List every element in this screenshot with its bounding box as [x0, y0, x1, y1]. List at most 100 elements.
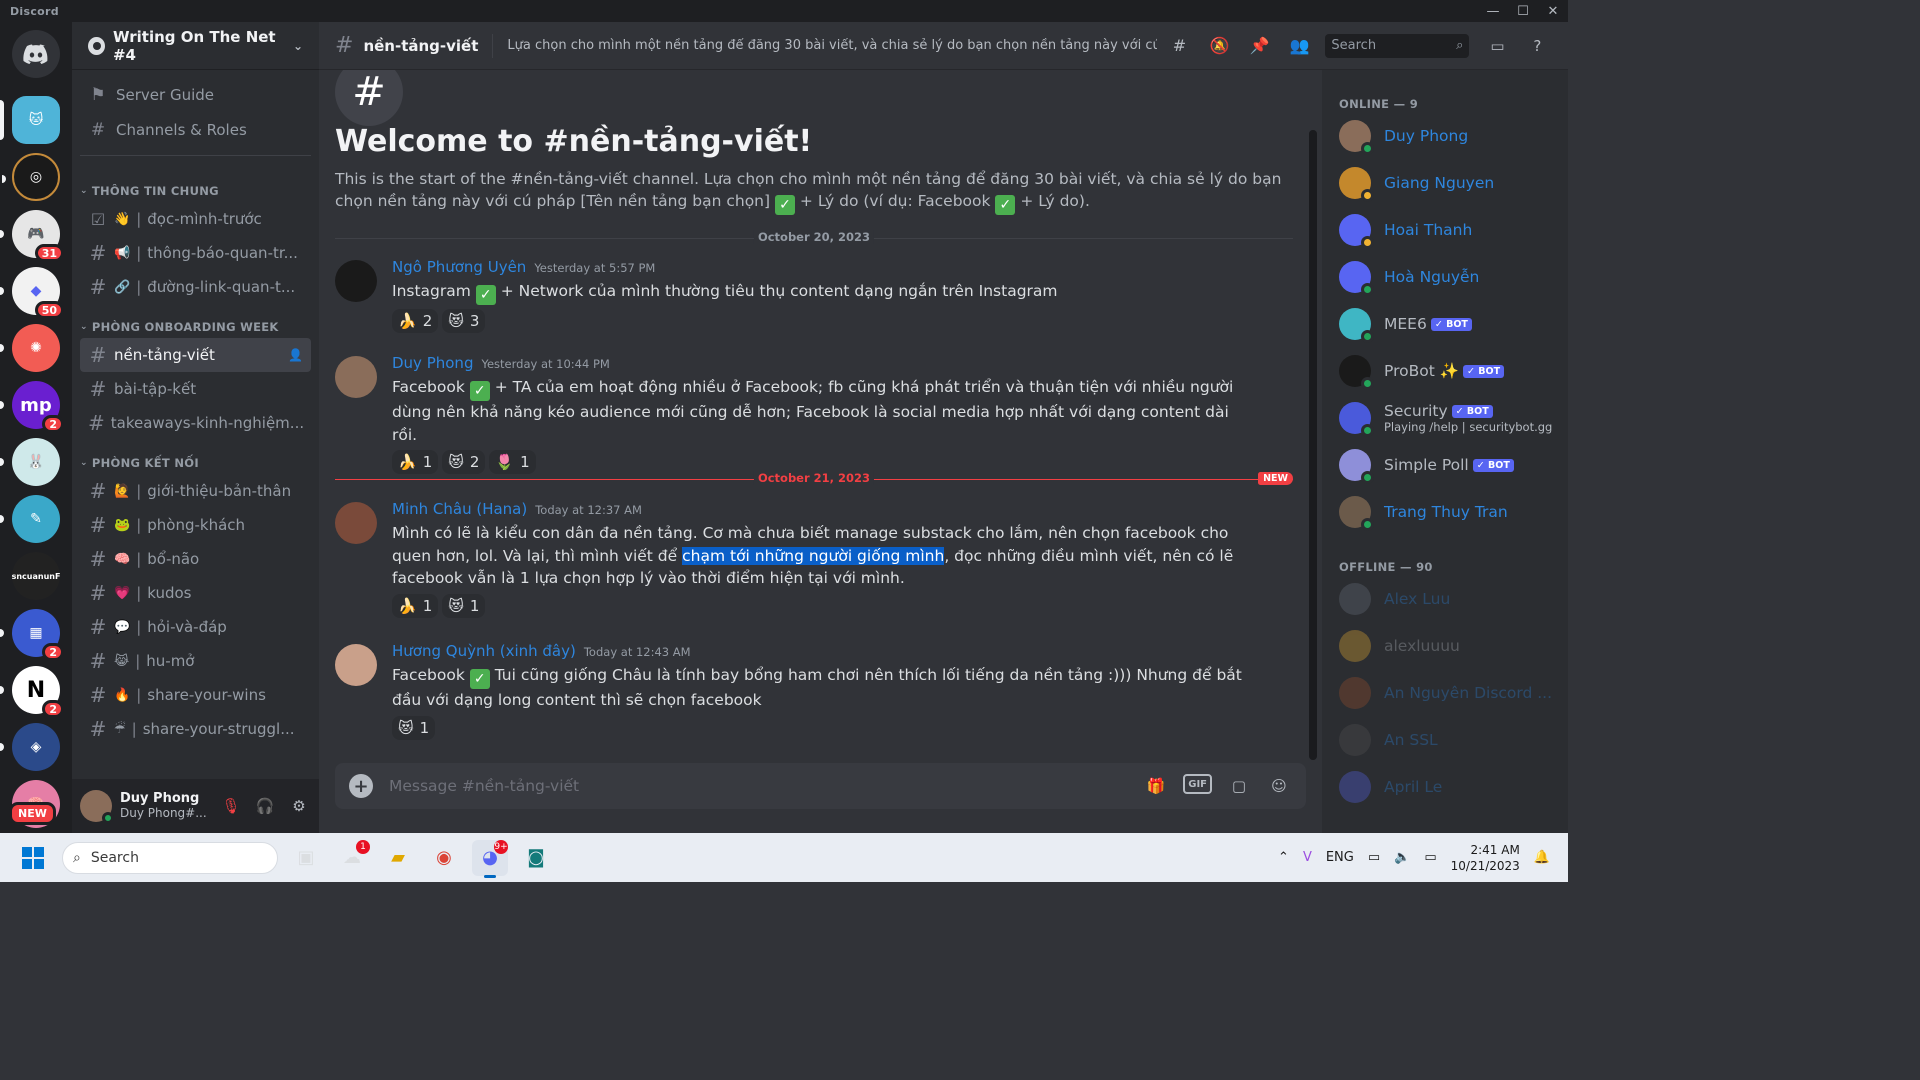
- member-item[interactable]: Duy Phong: [1339, 115, 1559, 157]
- message[interactable]: Duy Phong Yesterday at 10:44 PM Facebook ✓…: [335, 354, 1295, 474]
- reaction[interactable]: 🍌 2: [392, 309, 439, 333]
- notifications-bell-icon[interactable]: 🔔: [1534, 850, 1550, 865]
- avatar[interactable]: [335, 644, 377, 686]
- headphones-icon[interactable]: 🎧: [253, 794, 277, 818]
- server-icon-6[interactable]: 🐰: [0, 438, 60, 486]
- category-header[interactable]: ⌄ PHÒNG ONBOARDING WEEK: [80, 304, 311, 338]
- channel-item[interactable]: # 🔗 | đường-link-quan-t...: [80, 270, 311, 304]
- message[interactable]: Minh Châu (Hana) Today at 12:37 AM Mình có…: [335, 500, 1295, 618]
- attach-plus-icon[interactable]: +: [349, 774, 373, 798]
- channel-topic[interactable]: Lựa chọn cho mình một nền tảng để đăng 3…: [507, 38, 1157, 53]
- message-input[interactable]: Message #nền-tảng-viết: [389, 777, 579, 795]
- member-item[interactable]: alexluuuu: [1339, 625, 1559, 667]
- server-icon-9[interactable]: ▦ 2: [0, 609, 64, 661]
- reaction[interactable]: 😻 3: [442, 309, 486, 333]
- category-header[interactable]: ⌄ THÔNG TIN CHUNG: [80, 168, 311, 202]
- channel-item[interactable]: # takeaways-kinh-nghiệm...: [80, 406, 311, 440]
- chevron-up-icon[interactable]: ⌃: [1278, 850, 1289, 865]
- message-author[interactable]: Minh Châu (Hana): [392, 500, 527, 518]
- member-item[interactable]: ProBot ✨ ✓ BOT: [1339, 350, 1559, 392]
- member-item[interactable]: Alex Luu: [1339, 578, 1559, 620]
- member-item[interactable]: Trang Thuy Tran: [1339, 491, 1559, 533]
- server-icon-chatgpt[interactable]: ✺: [0, 324, 60, 372]
- member-item[interactable]: An SSL: [1339, 719, 1559, 761]
- chrome-icon[interactable]: ◉: [426, 840, 462, 876]
- message-composer[interactable]: + Message #nền-tảng-viết 🎁 GIF ▢ ☺: [335, 763, 1306, 809]
- channel-item[interactable]: # nền-tảng-viết 👤: [80, 338, 311, 372]
- server-icon-notion[interactable]: N2: [0, 666, 64, 718]
- channels-roles-link[interactable]: # Channels & Roles: [80, 113, 311, 147]
- channel-item[interactable]: # 📢 | thông-báo-quan-tr...: [80, 236, 311, 270]
- message[interactable]: Hương Quỳnh (xinh đây) Today at 12:43 AM F…: [335, 642, 1295, 740]
- windows-start-icon[interactable]: [22, 846, 44, 869]
- server-icon-writing-on-the-net[interactable]: 🐱: [0, 96, 60, 144]
- channel-item[interactable]: # 🧠 | bổ-não: [80, 542, 311, 576]
- server-icon-mp[interactable]: mp 2: [0, 381, 64, 433]
- avatar[interactable]: [80, 790, 114, 824]
- server-icon-2[interactable]: ◎: [2, 153, 60, 201]
- member-item[interactable]: An Nguyên Discord ...: [1339, 672, 1559, 714]
- server-icon-8[interactable]: sncuanunF: [12, 552, 60, 600]
- channel-item[interactable]: # 🙋 | giới-thiệu-bản-thân: [80, 474, 311, 508]
- battery-icon[interactable]: ▭: [1424, 850, 1436, 865]
- language-indicator[interactable]: ENG: [1326, 850, 1354, 865]
- app-taskbar-icon[interactable]: ◙: [518, 840, 554, 876]
- message-author[interactable]: Ngô Phương Uyên: [392, 258, 526, 276]
- channel-item[interactable]: # 🐸 | phòng-khách: [80, 508, 311, 542]
- message[interactable]: Ngô Phương Uyên Yesterday at 5:57 PM Insta…: [335, 258, 1295, 333]
- mute-mic-icon[interactable]: 🎙: [219, 794, 243, 818]
- discord-taskbar-icon[interactable]: ◕ 9+: [472, 839, 508, 878]
- channel-item[interactable]: # bài-tập-kết: [80, 372, 311, 406]
- emoji-icon[interactable]: ☺: [1266, 774, 1292, 798]
- member-list-icon[interactable]: 👥: [1287, 34, 1311, 58]
- server-icon-4[interactable]: ◆ 50: [0, 267, 64, 319]
- home-discord-icon[interactable]: [12, 30, 60, 78]
- server-icon-7[interactable]: ✎: [0, 495, 60, 543]
- chevron-down-icon[interactable]: ⌄: [293, 39, 303, 53]
- server-guide-link[interactable]: ⚑ Server Guide: [80, 78, 311, 112]
- minimize-icon[interactable]: —: [1478, 0, 1508, 22]
- member-item[interactable]: April Le: [1339, 766, 1559, 808]
- reaction[interactable]: 🍌 1: [392, 593, 439, 618]
- scrollbar[interactable]: [1309, 130, 1317, 760]
- reaction[interactable]: 😻 1: [442, 593, 486, 618]
- message-author[interactable]: Duy Phong: [392, 354, 473, 372]
- reaction[interactable]: 😻 2: [442, 450, 486, 474]
- channel-item[interactable]: # 🔥 | share-your-wins: [80, 678, 311, 712]
- taskbar-search[interactable]: ⌕ Search: [62, 841, 278, 874]
- volume-icon[interactable]: 🔈: [1394, 850, 1410, 865]
- notifications-muted-icon[interactable]: 🔕: [1207, 34, 1231, 58]
- avatar[interactable]: [335, 356, 377, 398]
- threads-icon[interactable]: #: [1167, 34, 1191, 58]
- channel-item[interactable]: ☑ 👋 | đọc-mình-trước: [80, 202, 311, 236]
- channel-item[interactable]: # ☔ | share-your-struggl...: [80, 712, 311, 746]
- member-item[interactable]: Hoai Thanh: [1339, 209, 1559, 251]
- channel-item[interactable]: # 😹 | hu-mở: [80, 644, 311, 678]
- reaction[interactable]: 🍌 1: [392, 450, 439, 474]
- reaction[interactable]: 🌷 1: [489, 450, 536, 474]
- server-header[interactable]: Writing On The Net #4 ⌄: [72, 22, 319, 70]
- file-explorer-icon[interactable]: ▰: [380, 840, 416, 876]
- app-tray-icon[interactable]: V: [1303, 850, 1312, 865]
- channel-item[interactable]: # 💗 | kudos: [80, 576, 311, 610]
- member-item[interactable]: Simple Poll ✓ BOT: [1339, 444, 1559, 486]
- clock[interactable]: 2:41 AM 10/21/2023: [1451, 842, 1520, 874]
- close-icon[interactable]: ✕: [1538, 0, 1568, 22]
- help-icon[interactable]: ?: [1525, 34, 1549, 58]
- category-header[interactable]: ⌄ PHÒNG KẾT NỐI: [80, 440, 311, 474]
- inbox-icon[interactable]: ▭: [1485, 34, 1509, 58]
- avatar[interactable]: [335, 502, 377, 544]
- server-icon-3[interactable]: 🎮 31: [0, 210, 64, 262]
- invite-user-icon[interactable]: 👤: [288, 348, 303, 362]
- member-item[interactable]: MEE6 ✓ BOT: [1339, 303, 1559, 345]
- maximize-icon[interactable]: ☐: [1508, 0, 1538, 22]
- reaction[interactable]: 😻 1: [392, 715, 436, 740]
- sticker-icon[interactable]: ▢: [1226, 774, 1252, 798]
- member-item[interactable]: Giang Nguyen: [1339, 162, 1559, 204]
- weather-app-icon[interactable]: ☁ 1: [334, 839, 370, 876]
- network-icon[interactable]: ▭: [1368, 850, 1380, 865]
- task-view-icon[interactable]: ▣: [288, 840, 324, 876]
- server-icon-11[interactable]: ◈: [0, 723, 60, 771]
- message-author[interactable]: Hương Quỳnh (xinh đây): [392, 642, 576, 660]
- settings-gear-icon[interactable]: ⚙: [287, 794, 311, 818]
